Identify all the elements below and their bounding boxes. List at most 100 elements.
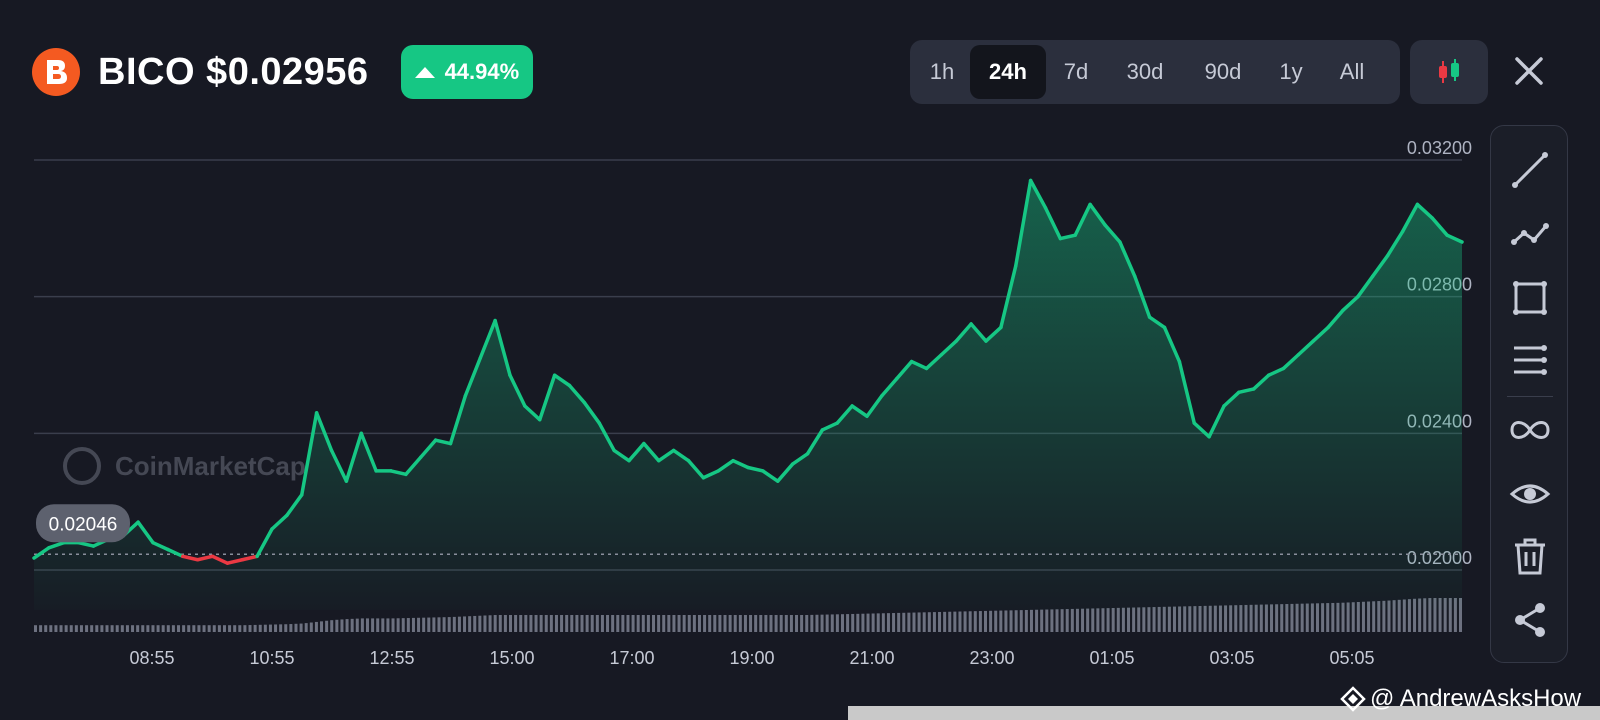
tab-24h[interactable]: 24h — [970, 45, 1046, 99]
tab-7d[interactable]: 7d — [1046, 45, 1106, 99]
volume-bar — [263, 624, 267, 632]
trend-line-icon — [1512, 152, 1548, 188]
volume-bar — [452, 616, 456, 632]
tab-1h[interactable]: 1h — [914, 45, 970, 99]
delete-tool[interactable] — [1491, 528, 1569, 584]
visibility-tool[interactable] — [1491, 466, 1569, 522]
volume-bar — [999, 610, 1003, 632]
volume-bar — [1121, 607, 1125, 632]
rectangle-icon — [1513, 281, 1547, 315]
tab-30d[interactable]: 30d — [1106, 45, 1184, 99]
volume-bar — [1152, 607, 1156, 632]
volume-bar — [371, 618, 375, 632]
volume-bar — [100, 625, 104, 632]
coin-header: BICO $0.02956 44.94% — [32, 44, 534, 100]
volume-bar — [805, 615, 809, 632]
volume-bar — [381, 618, 385, 632]
close-button[interactable] — [1506, 48, 1552, 94]
volume-bar — [856, 613, 860, 632]
volume-bar — [749, 615, 753, 632]
trend-line-tool[interactable] — [1491, 142, 1569, 198]
volume-bar — [90, 625, 94, 632]
volume-bar — [631, 615, 635, 632]
volume-bar — [335, 619, 339, 632]
volume-bar — [682, 615, 686, 632]
volume-bar — [1035, 609, 1039, 632]
volume-bar — [1014, 610, 1018, 632]
candlestick-toggle-button[interactable] — [1410, 40, 1488, 104]
volume-bar — [85, 625, 89, 632]
rectangle-tool[interactable] — [1491, 270, 1569, 326]
time-range-tabs: 1h 24h 7d 30d 90d 1y All — [910, 40, 1400, 104]
volume-bar — [539, 615, 543, 632]
volume-bar — [314, 621, 318, 632]
x-tick-label: 23:00 — [969, 648, 1014, 668]
volume-bar — [268, 624, 272, 632]
volume-bar — [575, 615, 579, 632]
volume-bar — [156, 625, 160, 632]
volume-bar — [258, 624, 262, 632]
tab-90d[interactable]: 90d — [1184, 45, 1262, 99]
volume-bar — [59, 625, 63, 632]
volume-bar — [611, 615, 615, 632]
volume-bar — [616, 615, 620, 632]
volume-bar — [657, 615, 661, 632]
price-chart: 0.032000.028000.024000.02000CoinMarketCa… — [32, 138, 1472, 668]
trash-icon — [1515, 538, 1545, 575]
volume-bar — [871, 613, 875, 632]
volume-bar — [69, 625, 73, 632]
volume-bar — [1029, 609, 1033, 632]
volume-bar — [304, 623, 308, 632]
volume-bar — [457, 616, 461, 632]
y-tick-label: 0.03200 — [1407, 138, 1472, 158]
reference-price-label: 0.02046 — [49, 514, 118, 535]
volume-bar — [509, 615, 512, 632]
volume-bar — [886, 613, 890, 632]
volume-bar — [1081, 608, 1085, 632]
volume-bar — [49, 625, 53, 632]
volume-bar — [498, 615, 502, 632]
tab-1y[interactable]: 1y — [1262, 45, 1320, 99]
x-tick-label: 08:55 — [129, 648, 174, 668]
horizontal-lines-tool[interactable] — [1491, 332, 1569, 388]
volume-bar — [217, 625, 221, 632]
volume-bar — [207, 625, 211, 632]
volume-bar — [1106, 608, 1110, 632]
volume-bar — [483, 615, 487, 632]
volume-bar — [1024, 609, 1028, 632]
volume-bar — [284, 624, 288, 632]
volume-bar — [1167, 606, 1171, 632]
volume-bar — [110, 625, 114, 632]
volume-bar — [820, 614, 824, 632]
volume-bar — [774, 615, 778, 632]
volume-bar — [851, 613, 855, 632]
share-tool[interactable] — [1491, 592, 1569, 648]
volume-bar — [1045, 609, 1049, 632]
tab-all[interactable]: All — [1320, 45, 1384, 99]
toolbar-divider — [1507, 396, 1553, 397]
volume-bar — [279, 624, 283, 632]
volume-bar — [825, 614, 829, 632]
volume-bar — [182, 625, 186, 632]
infinite-line-tool[interactable] — [1491, 402, 1569, 458]
volume-bar — [422, 617, 426, 632]
volume-bar — [105, 625, 109, 632]
volume-bar — [876, 613, 880, 632]
volume-bar — [861, 613, 865, 632]
volume-bar — [1060, 609, 1064, 632]
volume-bar — [718, 615, 722, 632]
x-tick-label: 21:00 — [849, 648, 894, 668]
volume-bar — [713, 615, 717, 632]
volume-bar — [590, 615, 594, 632]
volume-bar — [376, 618, 380, 632]
polyline-tool[interactable] — [1491, 206, 1569, 262]
volume-bar — [733, 615, 737, 632]
volume-bar — [846, 614, 850, 632]
volume-bar — [115, 625, 119, 632]
x-tick-label: 12:55 — [369, 648, 414, 668]
volume-bar — [1055, 609, 1059, 632]
volume-bar — [866, 613, 870, 632]
volume-bar — [641, 615, 645, 632]
volume-bar — [514, 615, 518, 632]
volume-bar — [79, 625, 83, 632]
